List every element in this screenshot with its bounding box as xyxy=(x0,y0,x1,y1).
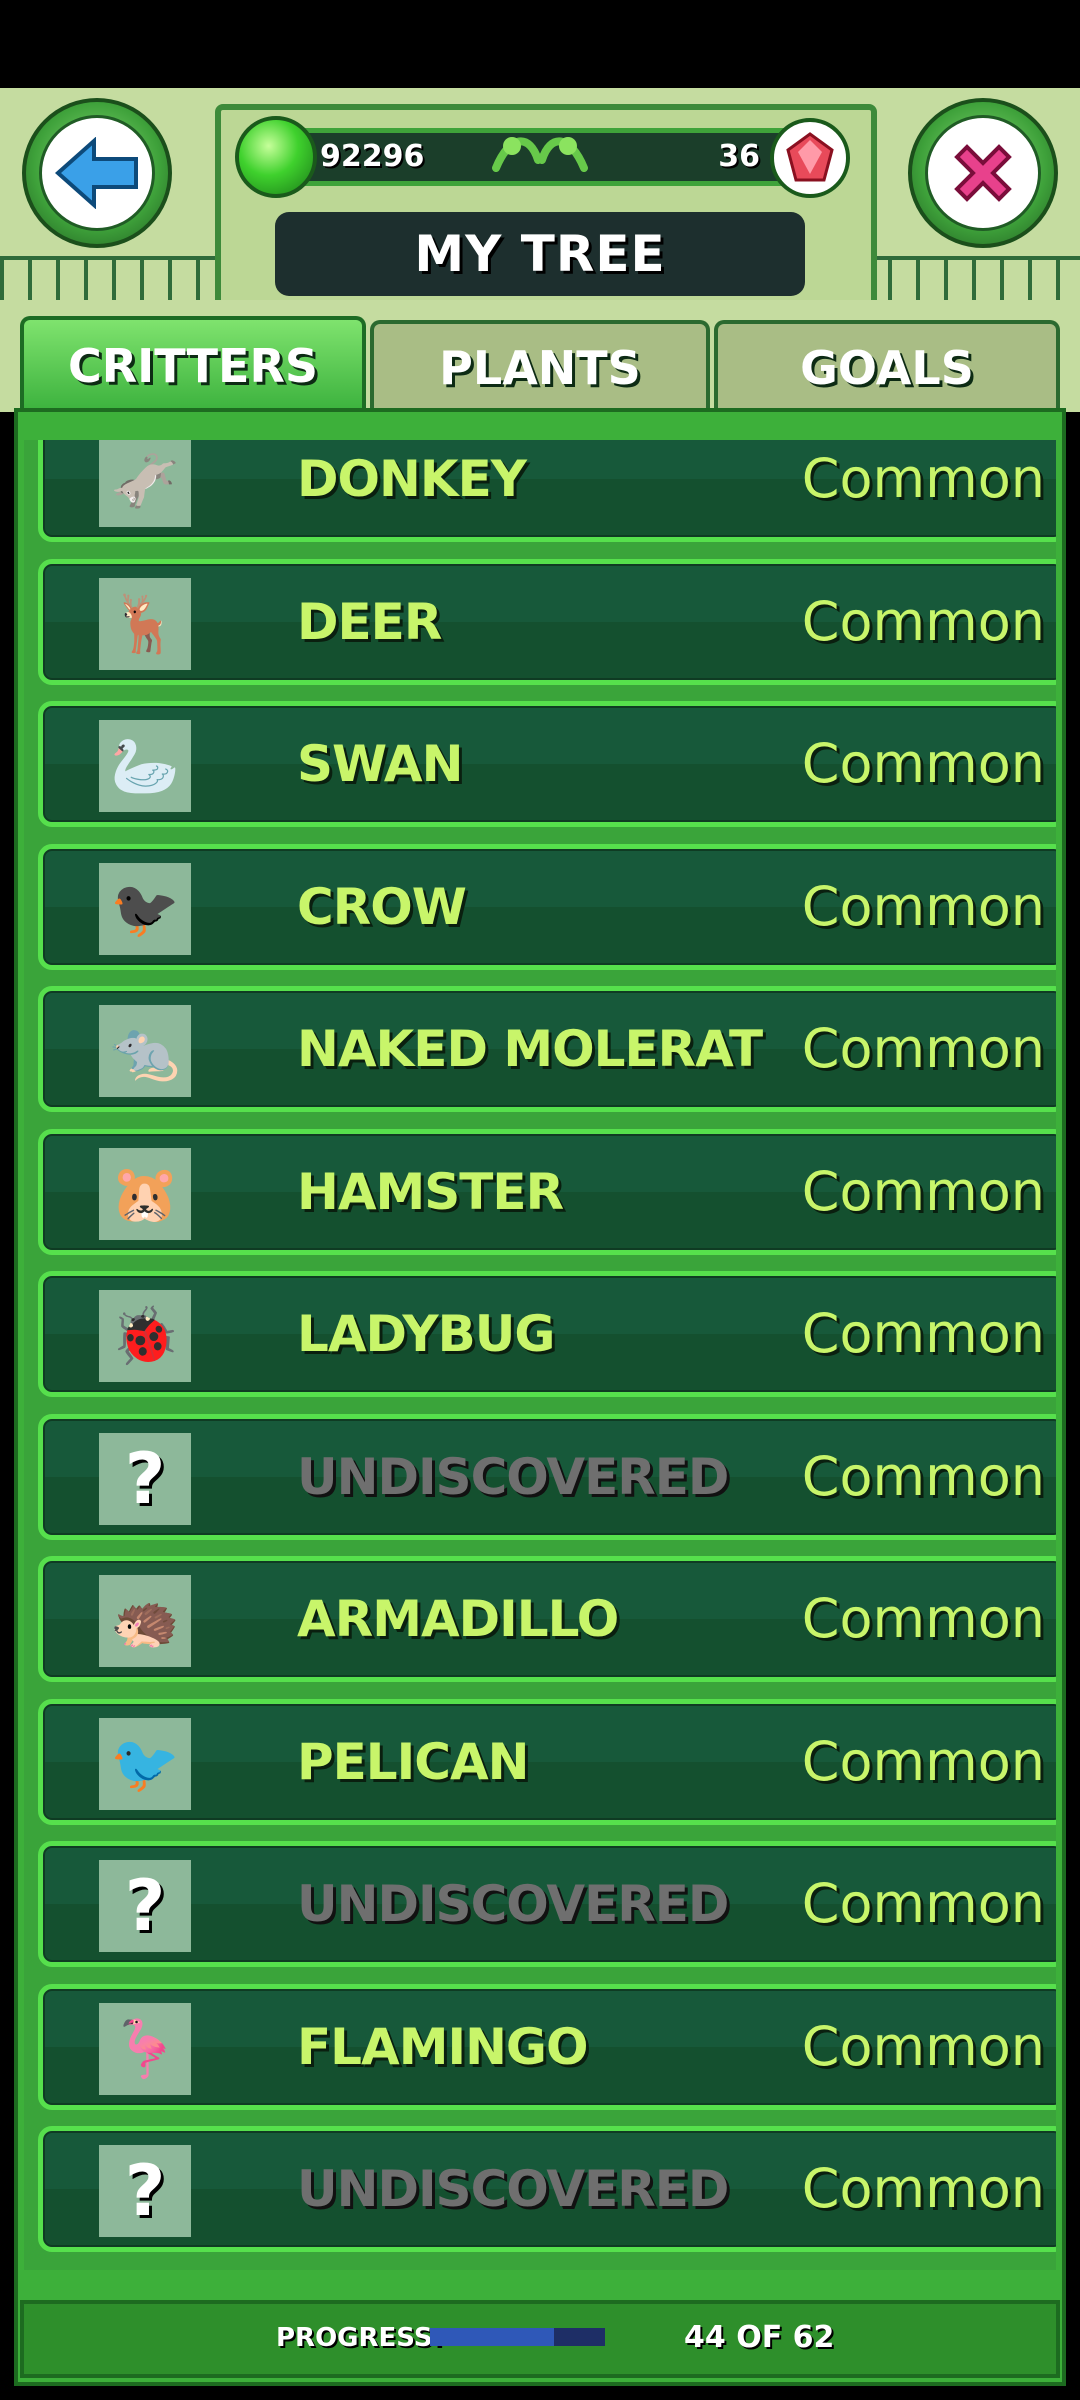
thumb-glyph: ? xyxy=(124,1437,166,1520)
list-item[interactable]: 🦔 ARMADILLO Common xyxy=(38,1556,1056,1682)
critter-rarity: Common xyxy=(801,2157,1045,2220)
ladybug-icon: 🐞 xyxy=(99,1290,191,1382)
thumb-glyph: 🐦‍⬛ xyxy=(110,876,180,942)
list-item[interactable]: 🐹 HAMSTER Common xyxy=(38,1128,1056,1255)
close-button[interactable] xyxy=(908,98,1058,248)
critter-rarity: Common xyxy=(801,589,1045,653)
critter-rarity: Common xyxy=(801,1017,1045,1080)
back-button[interactable] xyxy=(22,98,172,248)
list-item[interactable]: 🐞 LADYBUG Common xyxy=(38,1271,1056,1397)
list-item[interactable]: 🐦 PELICAN Common xyxy=(38,1698,1056,1825)
progress-count: 44 OF 62 xyxy=(684,2320,835,2355)
critter-rarity: Common xyxy=(801,732,1045,795)
thumb-glyph: 🐀 xyxy=(110,1019,180,1084)
list-item[interactable]: 🦢 SWAN Common xyxy=(38,701,1056,827)
tab-plants[interactable]: PLANTS xyxy=(370,320,710,412)
critter-name: UNDISCOVERED xyxy=(297,2160,729,2218)
progress-fill xyxy=(430,2328,555,2346)
thumb-glyph: 🦔 xyxy=(110,1589,180,1654)
critter-name: DEER xyxy=(297,592,442,651)
close-x-icon xyxy=(925,115,1041,231)
thumb-glyph: ? xyxy=(124,2150,166,2232)
pelican-icon: 🐦 xyxy=(99,1717,191,1810)
critter-rarity: Common xyxy=(801,447,1045,510)
critter-rarity: Common xyxy=(801,1159,1045,1223)
progress-track xyxy=(430,2328,605,2346)
critter-rarity: Common xyxy=(801,874,1045,938)
thumb-glyph: 🦌 xyxy=(110,591,180,657)
critter-name: ARMADILLO xyxy=(297,1590,619,1648)
question-mark-icon: ? xyxy=(99,1432,191,1525)
thumb-glyph: 🦢 xyxy=(110,734,180,799)
critter-rarity: Common xyxy=(801,1444,1045,1508)
tab-goals[interactable]: GOALS xyxy=(714,320,1060,412)
critter-name: PELICAN xyxy=(297,1732,530,1791)
critter-name: SWAN xyxy=(297,735,463,793)
list-item[interactable]: ? UNDISCOVERED Common xyxy=(38,1413,1056,1540)
flamingo-icon: 🦩 xyxy=(99,2002,191,2095)
list-item[interactable]: 🐀 NAKED MOLERAT Common xyxy=(38,986,1056,1112)
thumb-glyph: 🦩 xyxy=(110,2016,180,2082)
critter-name: UNDISCOVERED xyxy=(297,1447,729,1506)
deer-icon: 🦌 xyxy=(99,577,191,670)
list-item[interactable]: 🫏 DONKEY Common xyxy=(38,440,1056,542)
page-title: MY TREE xyxy=(275,212,805,296)
critter-name: FLAMINGO xyxy=(297,2017,588,2076)
donkey-icon: 🫏 xyxy=(99,440,191,527)
coins-counter: 92296 xyxy=(320,139,425,174)
green-gem-icon xyxy=(235,116,317,198)
critter-rarity: Common xyxy=(801,1302,1045,1365)
question-mark-icon: ? xyxy=(99,1860,191,1952)
thumb-glyph: ? xyxy=(124,1865,166,1947)
back-arrow-icon xyxy=(39,115,155,231)
critter-rarity: Common xyxy=(801,1872,1045,1935)
critter-rarity: Common xyxy=(801,1587,1045,1650)
list-item[interactable]: ? UNDISCOVERED Common xyxy=(38,1841,1056,1967)
critter-name: DONKEY xyxy=(297,450,527,508)
critter-rarity: Common xyxy=(801,2014,1045,2078)
critter-name: NAKED MOLERAT xyxy=(297,1020,763,1078)
status-bar xyxy=(0,0,1080,88)
critter-name: HAMSTER xyxy=(297,1162,564,1221)
critter-name: CROW xyxy=(297,877,467,936)
thumb-glyph: 🫏 xyxy=(110,449,180,514)
vine-decoration-icon xyxy=(492,137,588,172)
critter-list[interactable]: 🫏 DONKEY Common 🦌 DEER Common 🦢 SWAN Common 🐦‍⬛ CR… xyxy=(24,440,1056,2270)
progress-label: PROGRESS: xyxy=(276,2323,443,2353)
gems-counter: 36 xyxy=(718,139,760,174)
red-gem-icon xyxy=(770,118,850,198)
critter-name: UNDISCOVERED xyxy=(297,1875,729,1933)
thumb-glyph: 🐹 xyxy=(110,1161,180,1227)
thumb-glyph: 🐦 xyxy=(110,1731,180,1797)
crow-icon: 🐦‍⬛ xyxy=(99,862,191,955)
question-mark-icon: ? xyxy=(99,2145,191,2237)
tab-critters[interactable]: CRITTERS xyxy=(20,316,366,412)
molerat-icon: 🐀 xyxy=(99,1005,191,1097)
thumb-glyph: 🐞 xyxy=(110,1304,180,1369)
list-item[interactable]: 🦌 DEER Common xyxy=(38,558,1056,685)
critter-name: LADYBUG xyxy=(297,1305,555,1363)
list-item[interactable]: 🐦‍⬛ CROW Common xyxy=(38,843,1056,970)
list-item[interactable]: 🦩 FLAMINGO Common xyxy=(38,1983,1056,2110)
list-item[interactable]: ? UNDISCOVERED Common xyxy=(38,2126,1056,2252)
critter-rarity: Common xyxy=(801,1729,1045,1793)
hamster-icon: 🐹 xyxy=(99,1147,191,1240)
swan-icon: 🦢 xyxy=(99,720,191,812)
armadillo-icon: 🦔 xyxy=(99,1575,191,1667)
